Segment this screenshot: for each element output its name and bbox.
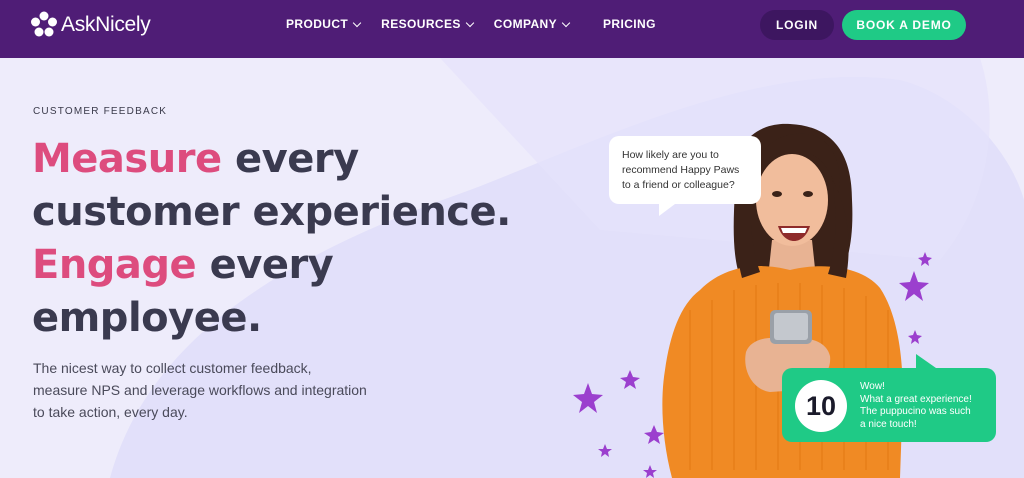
nav-company[interactable]: COMPANY [493, 16, 571, 32]
nav-pricing[interactable]: PRICING [603, 16, 656, 32]
brand-name: AskNicely [61, 13, 151, 36]
description-line: measure NPS and leverage workflows and i… [33, 382, 367, 398]
login-button[interactable]: LOGIN [760, 10, 834, 40]
eyebrow-label: CUSTOMER FEEDBACK [33, 106, 168, 117]
hero-section: CUSTOMER FEEDBACK Measure every customer… [0, 58, 1024, 478]
question-line: recommend Happy Paws [622, 164, 740, 176]
answer-line: The puppucino was such [860, 406, 971, 417]
nav-product[interactable]: PRODUCT [286, 16, 362, 32]
hero-headline: Measure every customer experience. Engag… [32, 133, 552, 345]
woman-eye-right [803, 191, 813, 197]
book-demo-button[interactable]: BOOK A DEMO [842, 10, 966, 40]
phone-screen [774, 313, 808, 340]
headline-engage: Engage [32, 242, 197, 288]
nav-resources[interactable]: RESOURCES [381, 16, 475, 32]
survey-question-bubble: How likely are you to recommend Happy Pa… [609, 136, 761, 216]
nav-company-label: COMPANY [493, 17, 558, 31]
chevron-down-icon [561, 18, 571, 27]
nav-product-label: PRODUCT [286, 17, 349, 31]
hero-description: The nicest way to collect customer feedb… [33, 357, 373, 423]
headline-line-2: customer experience. [32, 189, 511, 235]
main-menu: PRODUCT RESOURCES COMPANY PRICING [286, 16, 656, 32]
answer-line: Wow! [860, 381, 885, 392]
question-line: to a friend or colleague? [622, 179, 735, 191]
answer-text: Wow! What a great experience! The puppuc… [860, 381, 988, 431]
headline-every-2: every [196, 242, 334, 288]
headline-measure: Measure [32, 136, 222, 182]
answer-line: What a great experience! [860, 393, 972, 405]
description-line: The nicest way to collect customer feedb… [33, 360, 312, 376]
chevron-down-icon [352, 18, 362, 27]
woman-teeth [781, 228, 807, 233]
woman-eye-left [772, 191, 782, 197]
headline-every-1: every [221, 136, 359, 182]
headline-line-4: employee. [32, 295, 262, 341]
nps-score-badge: 10 [795, 380, 847, 432]
nav-resources-label: RESOURCES [381, 17, 461, 31]
question-line: How likely are you to [622, 149, 719, 161]
asknicely-flower-icon [31, 11, 57, 37]
brand-logo[interactable]: AskNicely [30, 11, 151, 39]
top-navigation: AskNicely PRODUCT RESOURCES COMPANY PRIC… [0, 0, 1024, 58]
chevron-down-icon [465, 18, 475, 27]
answer-line: a nice touch! [860, 418, 917, 430]
nav-pricing-label: PRICING [603, 17, 656, 31]
survey-answer-bubble: 10 Wow! What a great experience! The pup… [782, 354, 996, 442]
description-line: to take action, every day. [33, 404, 188, 420]
